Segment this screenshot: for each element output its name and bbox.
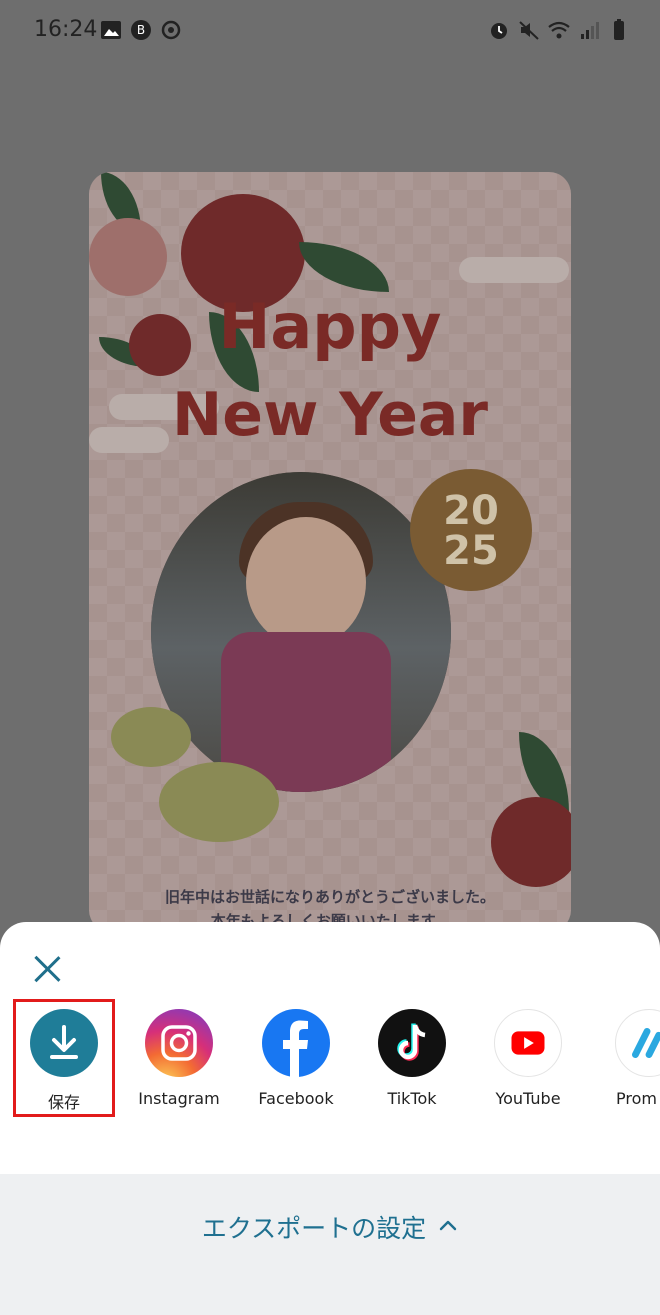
youtube-icon [511, 1031, 545, 1055]
wifi-icon [548, 21, 570, 39]
child-photo [151, 472, 451, 792]
status-bar: 16:24 B [0, 0, 660, 64]
card-title-new-year: New Year [172, 380, 488, 450]
snake-illustration [111, 707, 191, 767]
share-youtube-button[interactable]: YouTube [473, 1004, 583, 1108]
export-settings-bar[interactable]: エクスポートの設定 [0, 1174, 660, 1315]
facebook-icon [283, 1020, 308, 1077]
save-highlight-box [13, 999, 115, 1117]
share-bottom-sheet: 保存 Instagram Facebook TikTok YouTube Pro… [0, 922, 660, 1315]
share-promeo-button[interactable]: Prom [588, 1004, 660, 1108]
greeting-card-preview: Happy New Year 20 25 旧年中はお世話になりありがとうございま… [89, 172, 571, 932]
card-title-happy: Happy [218, 290, 442, 363]
sync-icon [161, 20, 181, 40]
share-tiktok-button[interactable]: TikTok [357, 1004, 467, 1108]
close-icon[interactable] [30, 952, 64, 986]
year-badge: 20 25 [410, 469, 532, 591]
snake-illustration [159, 762, 279, 842]
bitcoin-icon: B [131, 20, 151, 40]
promeo-icon [632, 1027, 660, 1059]
share-facebook-button[interactable]: Facebook [241, 1004, 351, 1108]
export-settings-label: エクスポートの設定 [201, 1214, 427, 1243]
battery-icon [614, 19, 624, 40]
cloud-decoration [459, 257, 569, 283]
share-tiktok-label: TikTok [387, 1089, 437, 1108]
share-instagram-label: Instagram [138, 1089, 220, 1108]
alarm-icon [491, 23, 507, 39]
share-promeo-label: Prom [616, 1089, 657, 1108]
export-settings-button[interactable]: エクスポートの設定 [0, 1174, 660, 1284]
instagram-icon [161, 1025, 197, 1061]
mute-icon [519, 21, 539, 40]
status-time: 16:24 [34, 17, 98, 42]
camellia-decoration [491, 797, 571, 887]
share-facebook-label: Facebook [258, 1089, 334, 1108]
svg-text:B: B [137, 23, 145, 37]
tiktok-icon [397, 1023, 426, 1061]
year-badge-line1: 20 [443, 488, 499, 534]
signal-icon [581, 22, 599, 39]
share-youtube-label: YouTube [495, 1089, 561, 1108]
chevron-up-icon [439, 1220, 457, 1231]
card-message-line1: 旧年中はお世話になりありがとうございました。 [164, 888, 495, 906]
gallery-icon [101, 21, 121, 39]
share-instagram-button[interactable]: Instagram [124, 1004, 234, 1108]
camellia-decoration [89, 218, 167, 296]
year-badge-line2: 25 [443, 528, 499, 574]
